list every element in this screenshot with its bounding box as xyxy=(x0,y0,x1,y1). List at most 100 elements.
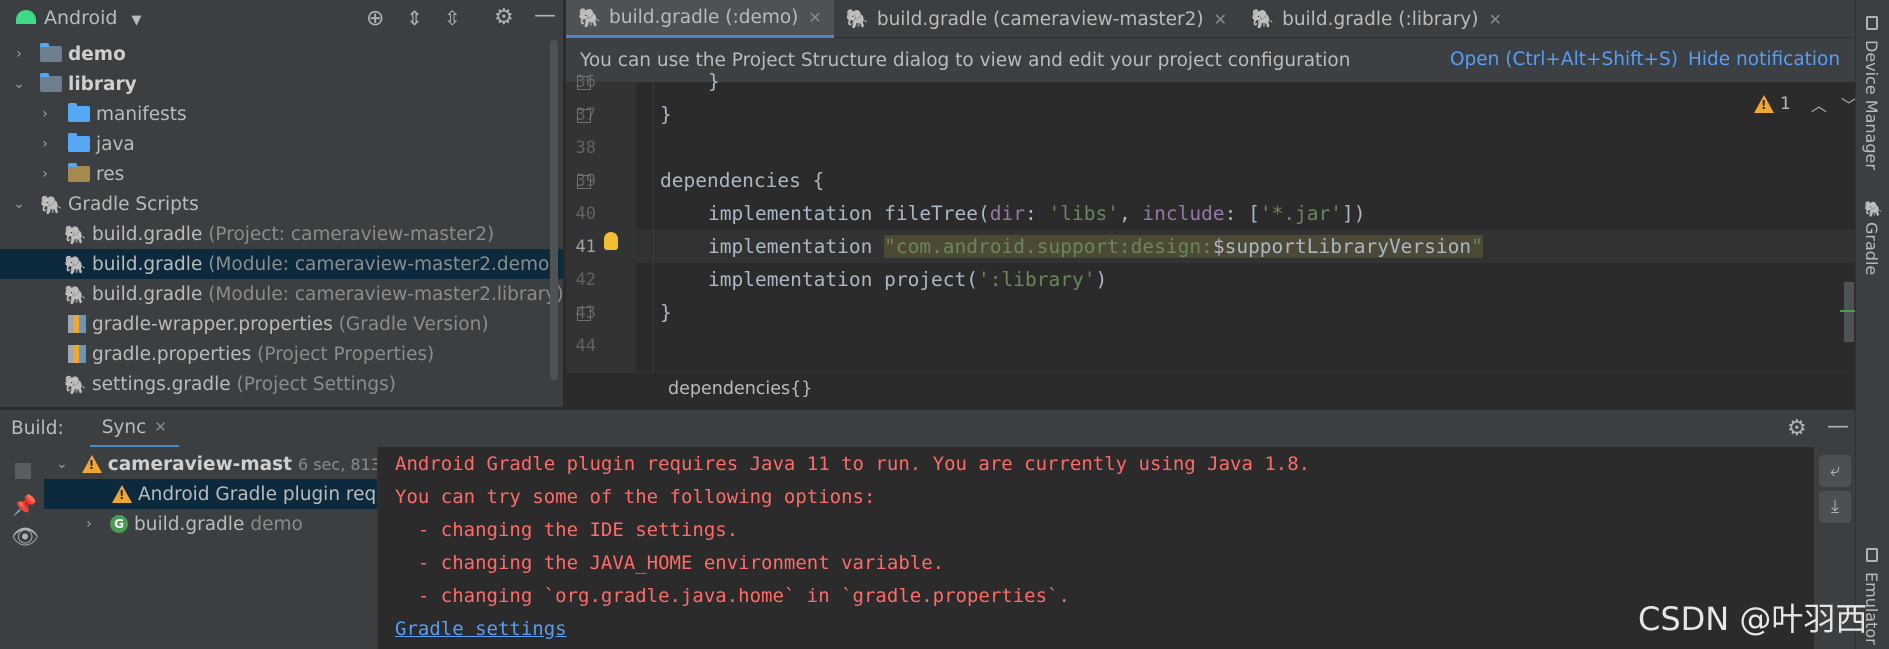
locate-icon[interactable]: ⊕ xyxy=(366,6,384,31)
build-tree-label: cameraview-mast xyxy=(107,453,292,475)
build-tree-label: Android Gradle plugin requ xyxy=(138,483,377,505)
expand-all-icon[interactable]: ⇕ xyxy=(406,6,423,30)
intention-lightbulb-icon[interactable] xyxy=(604,232,618,250)
indent-guide xyxy=(653,82,654,372)
notification-message: You can use the Project Structure dialog… xyxy=(580,49,1351,71)
code-token: implementation fileTree( xyxy=(708,202,990,225)
minimize-icon[interactable]: — xyxy=(1827,414,1849,439)
project-view-selector[interactable]: Android ▼ xyxy=(44,7,142,29)
gradle-elephant-icon: 🐘 xyxy=(1864,200,1883,218)
code-line-42: implementation project(':library') xyxy=(708,268,1107,291)
editor-tab-bar: 🐘 build.gradle (:demo) ✕ 🐘 build.gradle … xyxy=(566,0,1855,38)
inspection-widget[interactable]: 1 ︿ ﹀ xyxy=(1754,92,1857,116)
code-token-variable: $supportLibraryVersion xyxy=(1212,235,1472,258)
fold-marker-icon[interactable] xyxy=(577,175,591,189)
gradle-elephant-icon: 🐘 xyxy=(64,255,87,276)
project-scrollbar[interactable] xyxy=(550,40,558,380)
build-tree-warning-item[interactable]: Android Gradle plugin requ xyxy=(44,479,377,509)
warning-icon xyxy=(81,455,102,473)
tab-build-gradle-demo[interactable]: 🐘 build.gradle (:demo) ✕ xyxy=(566,0,834,38)
soft-wrap-icon[interactable]: ⤶ xyxy=(1819,455,1851,487)
console-error-line: Android Gradle plugin requires Java 11 t… xyxy=(395,453,1311,475)
code-token: implementation xyxy=(708,235,885,258)
tree-item-label: demo xyxy=(68,43,126,65)
emulator-icon xyxy=(1866,548,1878,562)
tree-item-build-gradle-demo[interactable]: 🐘 build.gradle (Module: cameraview-maste… xyxy=(0,249,563,279)
build-tree-root[interactable]: ⌄ cameraview-mast 6 sec, 813 ms xyxy=(44,449,377,479)
build-tree-gradle-item[interactable]: › G build.gradle demo xyxy=(44,509,377,539)
hide-notification-link[interactable]: Hide notification xyxy=(1688,49,1840,70)
tab-sync[interactable]: Sync ✕ xyxy=(89,410,179,448)
tree-item-suffix: (Project Settings) xyxy=(236,373,397,395)
gradle-elephant-icon: 🐘 xyxy=(64,285,87,306)
tree-item-label: settings.gradle xyxy=(92,373,231,395)
tree-item-label: gradle-wrapper.properties xyxy=(92,313,333,335)
editor-scrollbar[interactable] xyxy=(1844,282,1854,342)
chevron-down-icon: ▼ xyxy=(131,13,142,28)
line-number-current: 41 xyxy=(575,237,596,257)
editor-gutter: 36 37 38 39 40 41 42 43 44 xyxy=(566,72,636,372)
gradle-settings-link[interactable]: Gradle settings xyxy=(395,618,567,640)
open-project-structure-link[interactable]: Open (Ctrl+Alt+Shift+S) xyxy=(1450,49,1678,70)
tab-label: build.gradle (cameraview-master2) xyxy=(876,8,1204,30)
tree-item-suffix: (Module: cameraview-master2.library) xyxy=(208,283,564,305)
close-icon[interactable]: ✕ xyxy=(1488,10,1501,29)
folder-icon xyxy=(68,103,90,122)
minimize-icon[interactable]: — xyxy=(534,3,556,28)
tree-item-res[interactable]: › res xyxy=(0,159,563,189)
collapse-all-icon[interactable]: ⇳ xyxy=(444,6,461,30)
tab-build-gradle-library[interactable]: 🐘 build.gradle (:library) ✕ xyxy=(1239,0,1514,38)
tree-item-library[interactable]: ⌄ library xyxy=(0,69,563,99)
notification-bar: You can use the Project Structure dialog… xyxy=(566,38,1855,82)
tree-item-label: library xyxy=(68,73,137,95)
breadcrumb-item[interactable]: dependencies{} xyxy=(668,379,812,399)
tree-item-build-gradle-project[interactable]: 🐘 build.gradle (Project: cameraview-mast… xyxy=(0,219,563,249)
tree-item-manifests[interactable]: › manifests xyxy=(0,99,563,129)
pin-icon[interactable]: 📌 xyxy=(12,493,37,517)
chevron-right-icon: › xyxy=(16,46,22,62)
tree-item-gradle-properties[interactable]: gradle.properties (Project Properties) xyxy=(0,339,563,369)
eye-icon[interactable]: 👁 xyxy=(11,525,39,550)
tree-item-java[interactable]: › java xyxy=(0,129,563,159)
breadcrumb: dependencies{} xyxy=(566,372,1855,406)
gear-icon[interactable]: ⚙ xyxy=(494,5,514,30)
folder-icon xyxy=(68,133,90,152)
gradle-tab[interactable]: Gradle xyxy=(1862,222,1881,275)
code-editor[interactable]: } } dependencies { implementation fileTr… xyxy=(636,70,1857,372)
warning-icon xyxy=(112,485,132,503)
device-manager-tab[interactable]: Device Manager xyxy=(1862,40,1881,170)
code-token: : [ xyxy=(1224,202,1260,225)
resource-folder-icon xyxy=(68,163,90,182)
scroll-to-end-icon[interactable]: ⤓ xyxy=(1819,491,1851,523)
build-tree: ⌄ cameraview-mast 6 sec, 813 ms Android … xyxy=(44,447,377,649)
console-error-line: - changing `org.gradle.java.home` in `gr… xyxy=(395,585,1070,607)
tree-item-build-gradle-library[interactable]: 🐘 build.gradle (Module: cameraview-maste… xyxy=(0,279,564,309)
stop-icon[interactable] xyxy=(15,463,31,479)
tree-item-suffix: (Module: cameraview-master2.demo) xyxy=(208,253,557,275)
build-side-toolbar: 📌 👁 xyxy=(0,447,44,649)
tree-item-label: Gradle Scripts xyxy=(68,193,199,215)
console-error-line: - changing the IDE settings. xyxy=(395,519,739,541)
tree-item-suffix: (Project: cameraview-master2) xyxy=(208,223,495,245)
code-token: ]) xyxy=(1342,202,1366,225)
tree-item-label: build.gradle xyxy=(92,283,203,305)
fold-marker-icon[interactable] xyxy=(577,76,591,90)
close-icon[interactable]: ✕ xyxy=(154,418,167,436)
chevron-up-icon[interactable]: ︿ xyxy=(1811,92,1827,116)
tree-item-settings-gradle[interactable]: 🐘 settings.gradle (Project Settings) xyxy=(0,369,563,399)
tree-item-gradle-scripts[interactable]: ⌄ 🐘 Gradle Scripts xyxy=(0,189,563,219)
close-icon[interactable]: ✕ xyxy=(1214,10,1227,29)
gear-icon[interactable]: ⚙ xyxy=(1787,416,1807,441)
right-tool-strip: Device Manager 🐘 Gradle Emulator xyxy=(1855,0,1889,649)
tree-item-label: res xyxy=(96,163,125,185)
build-console[interactable]: Android Gradle plugin requires Java 11 t… xyxy=(377,447,1814,649)
tree-item-gradle-wrapper-properties[interactable]: gradle-wrapper.properties (Gradle Versio… xyxy=(0,309,563,339)
tab-build-gradle-project[interactable]: 🐘 build.gradle (cameraview-master2) ✕ xyxy=(834,0,1239,38)
fold-marker-icon[interactable] xyxy=(577,307,591,321)
code-line-36: } xyxy=(708,70,720,93)
close-icon[interactable]: ✕ xyxy=(808,8,821,27)
fold-marker-icon[interactable] xyxy=(577,109,591,123)
chevron-right-icon: › xyxy=(86,516,92,532)
gradle-elephant-icon: 🐘 xyxy=(845,9,869,30)
tree-item-demo[interactable]: › demo xyxy=(0,39,563,69)
